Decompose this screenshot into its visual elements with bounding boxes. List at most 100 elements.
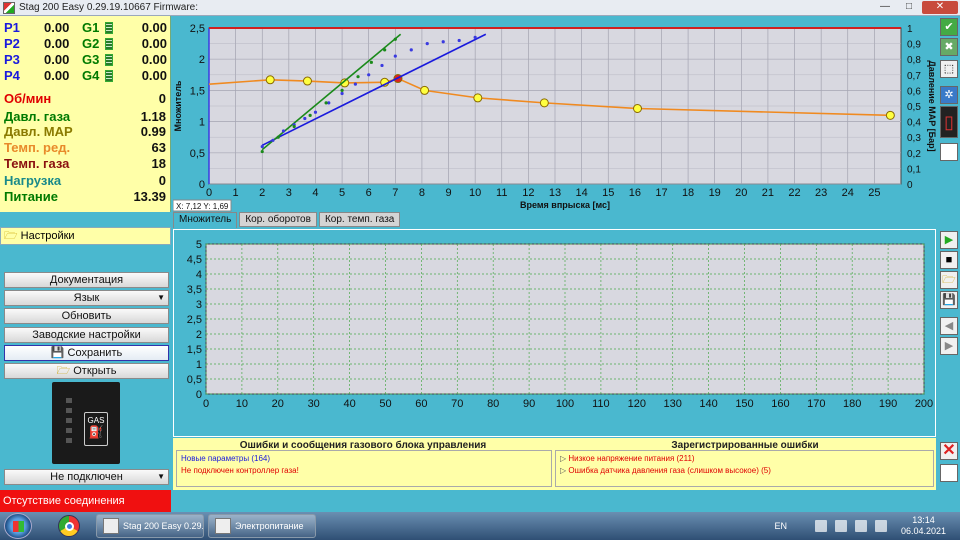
blank-square-icon[interactable] xyxy=(940,464,958,482)
y-tick-label: 0 xyxy=(196,389,202,401)
action-center-icon[interactable] xyxy=(814,520,827,532)
open-label: Открыть xyxy=(73,365,117,377)
back-icon[interactable]: ◀ xyxy=(940,317,958,335)
cursor-readout: X: 7,12 Y: 1,69 xyxy=(172,199,232,212)
param-value: 0.00 xyxy=(141,20,167,35)
y-tick-label: 3,5 xyxy=(187,284,202,296)
settings-header[interactable]: 🗁 Настройки xyxy=(0,227,171,245)
parameters-panel: P1 0.00 G1 0.00 P2 0.00 G2 0.00 P3 0.00 … xyxy=(0,16,171,212)
save-button[interactable]: 💾 Сохранить xyxy=(4,345,169,361)
taskbar-app-power[interactable]: Электропитание xyxy=(208,514,316,538)
reading-value: 18 xyxy=(151,156,166,171)
gauge-icon xyxy=(105,22,113,34)
cancel-icon[interactable]: ✖ xyxy=(940,38,958,56)
x-tick-label: 180 xyxy=(843,398,861,410)
documentation-button[interactable]: Документация xyxy=(4,272,169,288)
taskbar-app-stag[interactable]: Stag 200 Easy 0.29.... xyxy=(96,514,204,538)
language-dropdown[interactable]: Язык ▼ xyxy=(4,290,169,306)
series-point[interactable] xyxy=(633,103,643,113)
clear-errors-icon[interactable]: ✕ xyxy=(940,442,958,460)
y2-axis-label: Давление MAP [Бар] xyxy=(927,60,936,151)
plot-area[interactable] xyxy=(205,243,925,395)
chart-tabs: Множитель Кор. оборотов Кор. темп. газа xyxy=(173,212,402,228)
x-tick-label: 18 xyxy=(682,187,694,199)
correction-chart-panel[interactable]: 0 10 20 30 40 50 60 70 80 90 100 110 120 130 140 150 160… xyxy=(173,229,936,437)
sample-point xyxy=(340,91,344,96)
x-tick-label: 30 xyxy=(308,398,320,410)
param-value: 0.00 xyxy=(141,52,167,67)
connection-select[interactable]: Не подключен ▼ xyxy=(4,469,169,485)
sample-point xyxy=(340,88,344,92)
series-point[interactable] xyxy=(473,93,483,103)
taskbar: Stag 200 Easy 0.29.... Электропитание EN… xyxy=(0,512,960,540)
ecu-errors-list[interactable]: Новые параметры (164) Не подключен контр… xyxy=(176,450,552,487)
language-indicator[interactable]: EN xyxy=(774,521,787,531)
collapse-icon[interactable]: ✲ xyxy=(940,86,958,104)
stag-app-icon xyxy=(103,518,119,534)
factory-settings-button[interactable]: Заводские настройки xyxy=(4,327,169,343)
multiplier-chart[interactable]: 0 1 2 3 4 5 6 7 8 9 10 11 12 13 14 15 16 17 18 19 20 21 22 23 24… xyxy=(172,16,937,212)
series-point[interactable] xyxy=(539,98,549,108)
chevron-down-icon: ▼ xyxy=(157,293,165,302)
sample-point xyxy=(457,38,461,43)
x-tick-label: 11 xyxy=(496,187,507,199)
resize-icon[interactable]: ⬚ xyxy=(940,60,958,78)
reading-value: 1.18 xyxy=(140,109,166,124)
chevron-down-icon: ▼ xyxy=(157,472,165,481)
accept-icon[interactable]: ✔ xyxy=(940,18,958,36)
multiplier-chart-panel[interactable]: 0 1 2 3 4 5 6 7 8 9 10 11 12 13 14 15 16 17 18 19 20 21 22 23 24… xyxy=(172,16,937,212)
open-button[interactable]: 🗁 Открыть xyxy=(4,363,169,379)
network-icon[interactable] xyxy=(854,520,867,532)
param-label: P4 xyxy=(4,68,20,83)
sample-point xyxy=(281,129,286,133)
play-icon[interactable]: ▶ xyxy=(940,231,958,249)
correction-chart[interactable]: 0 10 20 30 40 50 60 70 80 90 100 110 120 130 140 150 160… xyxy=(174,230,935,436)
update-button[interactable]: Обновить xyxy=(4,308,169,324)
minimize-button[interactable]: — xyxy=(874,1,896,14)
save-icon[interactable]: 💾 xyxy=(940,291,958,309)
series-point[interactable] xyxy=(265,75,275,85)
sample-point xyxy=(369,60,373,64)
y-tick-label: 4,5 xyxy=(187,254,202,266)
y-tick-label: 1 xyxy=(196,359,202,371)
y2-tick-label: 0,3 xyxy=(907,133,921,144)
x-tick-label: 170 xyxy=(807,398,825,410)
open-folder-icon[interactable]: 🗁 xyxy=(940,271,958,289)
tab-rpm-correction[interactable]: Кор. оборотов xyxy=(239,212,317,227)
clock[interactable]: 13:14 06.04.2021 xyxy=(901,515,946,537)
start-button[interactable] xyxy=(4,513,32,539)
x-tick-label: 60 xyxy=(415,398,427,410)
reading-value: 0 xyxy=(158,91,166,106)
forward-icon[interactable]: ▶ xyxy=(940,337,958,355)
tab-multiplier[interactable]: Множитель xyxy=(173,212,238,228)
registered-errors-list[interactable]: ▷ Низкое напряжение питания (211) ▷ Ошиб… xyxy=(555,450,934,487)
sample-point xyxy=(356,75,360,79)
param-label: P2 xyxy=(4,36,20,51)
stop-icon[interactable]: ■ xyxy=(940,251,958,269)
sample-point xyxy=(441,40,445,44)
blank-square-icon[interactable] xyxy=(940,143,958,161)
maximize-button[interactable]: □ xyxy=(898,1,920,14)
tab-gas-temp-correction[interactable]: Кор. темп. газа xyxy=(318,212,401,227)
chrome-icon[interactable] xyxy=(58,515,80,537)
sample-point xyxy=(313,110,318,114)
y2-tick-label: 0,6 xyxy=(907,86,921,97)
y2-tick-label: 0 xyxy=(907,180,913,191)
battery-icon[interactable] xyxy=(834,520,847,532)
x-tick-label: 23 xyxy=(815,187,827,199)
close-button[interactable]: ✕ xyxy=(922,1,958,14)
record-indicator-icon[interactable]: ▯ xyxy=(940,106,958,138)
series-point[interactable] xyxy=(420,85,430,95)
x-tick-label: 4 xyxy=(312,187,318,199)
system-tray: EN 13:14 06.04.2021 xyxy=(774,512,960,540)
save-label: Сохранить xyxy=(67,347,123,359)
reading-label: Об/мин xyxy=(4,91,52,106)
led-indicator xyxy=(66,428,72,433)
x-tick-label: 22 xyxy=(788,187,800,199)
y-tick-label: 0,5 xyxy=(187,374,202,386)
y-tick-label: 2,5 xyxy=(187,314,202,326)
volume-icon[interactable] xyxy=(874,520,887,532)
series-point[interactable] xyxy=(302,76,312,86)
series-point[interactable] xyxy=(885,110,895,120)
y2-tick-label: 0,5 xyxy=(907,102,921,113)
